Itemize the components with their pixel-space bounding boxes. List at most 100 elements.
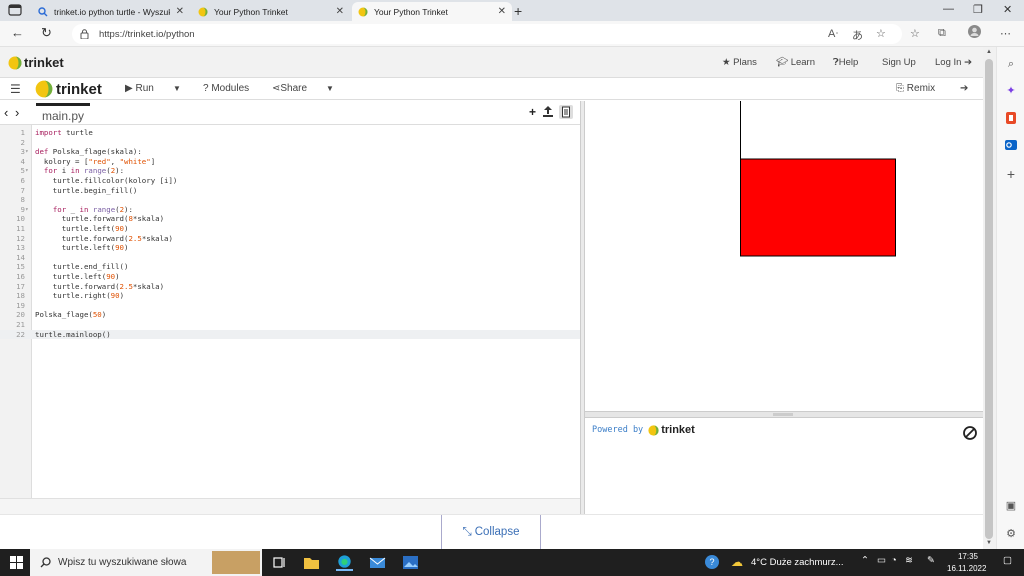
task-view-icon[interactable] [271,554,288,571]
collapse-button[interactable]: ⤡ Collapse [441,515,541,550]
weather-text[interactable]: 4°C Duże zachmurz... [751,557,844,568]
url-field[interactable]: https://trinket.io/python [72,24,902,44]
stop-icon[interactable] [963,426,977,440]
scroll-down-icon[interactable]: ▼ [986,540,992,546]
code-line[interactable]: 15 turtle.end_fill() [0,262,580,272]
console-pane[interactable]: Powered by trinket [585,418,983,514]
sign-in-icon[interactable]: ➔ [960,83,968,94]
close-tab-icon[interactable]: ✕ [336,6,344,17]
code-line[interactable]: 8 [0,195,580,205]
close-window-icon[interactable]: ✕ [1003,3,1012,16]
page-scrollbar[interactable]: ▲ ▼ [983,47,996,549]
code-line[interactable]: 1 import turtle [0,128,580,138]
nav-plans[interactable]: ★ Plans [722,57,757,68]
code-line[interactable]: 14 [0,253,580,263]
code-line[interactable]: 22 turtle.mainloop() [0,329,580,340]
outlook-icon[interactable] [1004,138,1018,152]
office-icon[interactable] [1004,111,1018,125]
copilot-icon[interactable]: ✦ [1004,84,1018,98]
restore-icon[interactable]: ❐ [973,3,983,16]
code-line[interactable]: 13 turtle.left(90) [0,243,580,253]
code-line[interactable]: 2 [0,138,580,148]
favorite-star-icon[interactable]: ☆ [876,27,886,40]
network-icon[interactable]: ◔ [891,555,897,566]
browser-tab-trinket-active[interactable]: Your Python Trinket ✕ [352,2,512,21]
clock-time[interactable]: 17:35 [953,552,983,561]
add-file-icon[interactable]: + [529,105,536,119]
add-icon[interactable]: + [1004,167,1018,181]
file-explorer-icon[interactable] [303,554,320,571]
collections-icon[interactable]: ⧉ [938,27,946,40]
nav-login[interactable]: Log In ➔ [935,57,972,68]
chevron-up-icon[interactable]: ⌃ [861,555,869,566]
mail-icon[interactable] [369,554,386,571]
help-icon[interactable]: ? [705,555,719,569]
run-button[interactable]: ▶ Run [125,83,154,94]
profile-avatar[interactable] [968,25,981,38]
code-line[interactable]: 21 [0,320,580,330]
edge-browser-icon[interactable] [336,554,353,571]
search-icon[interactable]: ⌕ [1004,57,1018,71]
powered-by[interactable]: Powered by trinket [592,424,695,436]
code-line[interactable]: 19 [0,301,580,311]
code-line[interactable]: 4 kolory = ["red", "white"] [0,157,580,167]
code-line[interactable]: 17 turtle.forward(2.5*skala) [0,282,580,292]
share-button[interactable]: ⋖ Share [272,83,307,94]
toolbar-logo[interactable]: trinket [35,80,102,98]
code-line[interactable]: 10 turtle.forward(8*skala) [0,214,580,224]
scroll-up-icon[interactable]: ▲ [986,49,992,55]
translate-icon[interactable]: あ [852,27,863,43]
upload-icon[interactable] [543,106,553,117]
site-logo[interactable]: trinket [8,55,64,70]
windows-start-icon[interactable] [10,556,23,569]
file-tab-main-py[interactable]: main.py [36,103,91,125]
read-aloud-icon[interactable]: Aᐧ [828,27,838,40]
nav-help[interactable]: ❓︎Help [833,57,858,68]
refresh-icon[interactable]: ↻ [41,26,52,40]
nav-signup[interactable]: Sign Up [882,57,916,68]
code-line[interactable]: 7 turtle.begin_fill() [0,186,580,196]
modules-button[interactable]: ? Modules [203,83,249,94]
taskbar-search-box[interactable]: Wpisz tu wyszukiwane słowa [30,549,262,576]
close-tab-icon[interactable]: ✕ [176,6,184,17]
photos-icon[interactable] [402,554,419,571]
fold-arrow-icon[interactable]: ▾ [25,147,29,157]
weather-icon[interactable]: ☁ [731,555,743,569]
back-arrow-icon[interactable]: ← [11,26,24,40]
browser-tab-trinket[interactable]: Your Python Trinket ✕ [192,2,350,21]
hamburger-menu-icon[interactable]: ☰ [10,82,21,96]
close-tab-icon[interactable]: ✕ [498,6,506,17]
code-line[interactable]: 5 ▾ for i in range(2): [0,166,580,176]
browser-tab-search[interactable]: trinket.io python turtle - Wyszuk ✕ [32,2,190,21]
code-editor[interactable]: 1 import turtle 2 3 ▾ def Polska_flage(skala)… [0,125,580,498]
fold-arrow-icon[interactable]: ▾ [25,166,29,176]
code-line[interactable]: 18 turtle.right(90) [0,291,580,301]
chevron-left-icon[interactable]: ‹ [4,105,8,120]
nav-learn[interactable]: 🎓︎ Learn [776,57,815,68]
splitter-handle[interactable] [773,413,793,416]
code-line[interactable]: 20 Polska_flage(50) [0,310,580,320]
minimize-icon[interactable]: — [943,3,954,15]
notification-icon[interactable]: ▢ [1003,555,1012,566]
tab-actions-icon[interactable] [8,4,22,16]
code-line[interactable]: 12 turtle.forward(2.5*skala) [0,234,580,244]
scrollbar-thumb[interactable] [985,59,993,539]
code-line[interactable]: 6 turtle.fillcolor(kolory [i]) [0,176,580,186]
code-line[interactable]: 11 turtle.left(90) [0,224,580,234]
gear-icon[interactable]: ⚙ [1004,527,1018,541]
run-dropdown-chevron-icon[interactable]: ▼ [173,84,181,93]
remix-button[interactable]: ⎘ Remix [896,83,935,94]
editor-horizontal-scrollbar[interactable] [0,498,580,514]
pen-icon[interactable]: ✎ [927,555,935,566]
output-console-splitter[interactable] [585,411,983,418]
more-options-icon[interactable]: ⋯ [1000,27,1011,40]
clock-date[interactable]: 16.11.2022 [947,564,986,573]
new-tab-button[interactable]: + [514,3,522,19]
code-line[interactable]: 3 ▾ def Polska_flage(skala): [0,147,580,157]
file-settings-icon[interactable] [559,105,573,119]
fold-arrow-icon[interactable]: ▾ [25,205,29,215]
sidebar-toggle-icon[interactable]: ▣ [1004,499,1018,513]
share-dropdown-chevron-icon[interactable]: ▼ [326,84,334,93]
battery-icon[interactable]: ▭ [877,555,886,566]
favorites-icon[interactable]: ☆ [910,27,920,40]
